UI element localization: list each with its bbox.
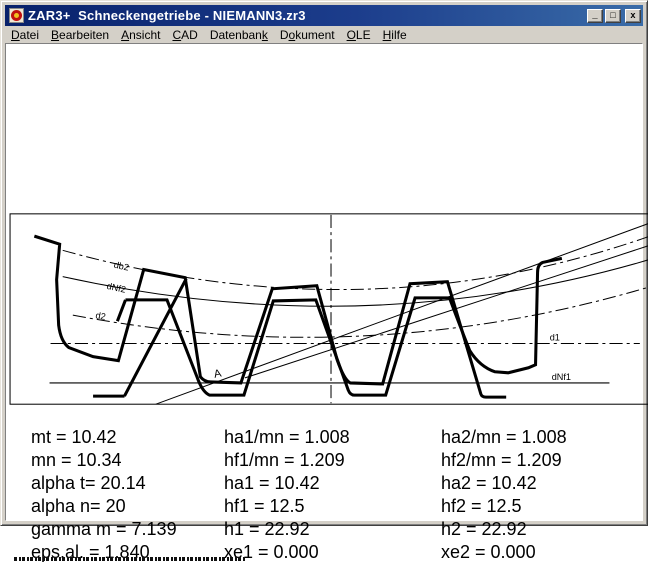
param-row: gamma m = 7.139 h1 = 22.92 h2 = 22.92 [6, 519, 648, 541]
app-icon-core [14, 13, 19, 18]
param-row: mn = 10.34 hf1/mn = 1.209 hf2/mn = 1.209 [6, 450, 648, 472]
param-mt: mt = 10.42 [31, 427, 117, 448]
window-controls: _ □ x [585, 9, 641, 23]
parameter-panel: mt = 10.42 ha1/mn = 1.008 ha2/mn = 1.008… [6, 44, 648, 570]
menu-bearbeiten[interactable]: Bearbeiten [45, 27, 115, 43]
param-ha2: ha2 = 10.42 [441, 473, 537, 494]
param-mn: mn = 10.34 [31, 450, 122, 471]
param-row: alpha n= 20 hf1 = 12.5 hf2 = 12.5 [6, 496, 648, 518]
param-h1: h1 = 22.92 [224, 519, 310, 540]
param-ha2mn: ha2/mn = 1.008 [441, 427, 567, 448]
window-title: ZAR3+ Schneckengetriebe - NIEMANN3.zr3 [28, 8, 306, 23]
param-h2: h2 = 22.92 [441, 519, 527, 540]
title-bar[interactable]: ZAR3+ Schneckengetriebe - NIEMANN3.zr3 _… [5, 5, 643, 26]
param-hf1: hf1 = 12.5 [224, 496, 305, 517]
param-hf2mn: hf2/mn = 1.209 [441, 450, 562, 471]
param-ha1: ha1 = 10.42 [224, 473, 320, 494]
app-icon[interactable] [9, 8, 24, 23]
menu-hilfe[interactable]: Hilfe [377, 27, 413, 43]
param-hf2: hf2 = 12.5 [441, 496, 522, 517]
minimize-button[interactable]: _ [587, 9, 603, 23]
menu-datei[interactable]: Datei [5, 27, 45, 43]
menu-bar: Datei Bearbeiten Ansicht CAD Datenbank D… [5, 26, 643, 43]
close-button[interactable]: x [625, 9, 641, 23]
menu-dokument[interactable]: Dokument [274, 27, 341, 43]
param-alpha-t: alpha t= 20.14 [31, 473, 146, 494]
param-alpha-n: alpha n= 20 [31, 496, 126, 517]
menu-cad[interactable]: CAD [166, 27, 203, 43]
app-window: ZAR3+ Schneckengetriebe - NIEMANN3.zr3 _… [0, 0, 648, 526]
param-ha1mn: ha1/mn = 1.008 [224, 427, 350, 448]
param-row: alpha t= 20.14 ha1 = 10.42 ha2 = 10.42 [6, 473, 648, 495]
maximize-button[interactable]: □ [605, 9, 621, 23]
param-row: mt = 10.42 ha1/mn = 1.008 ha2/mn = 1.008 [6, 427, 648, 449]
client-area: db2 dNf2 d2 d1 dNf1 A mt = 10.42 ha1/mn … [5, 43, 643, 521]
menu-ansicht[interactable]: Ansicht [115, 27, 166, 43]
menu-datenbank[interactable]: Datenbank [204, 27, 274, 43]
param-gamma-m: gamma m = 7.139 [31, 519, 177, 540]
param-xe2: xe2 = 0.000 [441, 542, 536, 563]
param-hf1mn: hf1/mn = 1.209 [224, 450, 345, 471]
footer-microtext [14, 557, 246, 561]
menu-ole[interactable]: OLE [341, 27, 377, 43]
